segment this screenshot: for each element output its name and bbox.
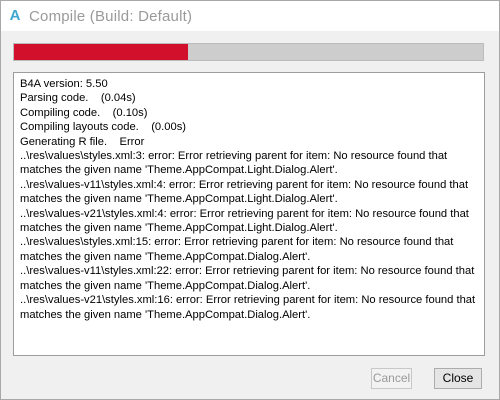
log-line: ..\res\values-v11\styles.xml:4: error: E… [20, 178, 472, 206]
log-line: ..\res\values\styles.xml:3: error: Error… [20, 150, 451, 177]
log-line: Parsing code. (0.04s) [20, 92, 136, 105]
log-line: ..\res\values-v21\styles.xml:16: error: … [20, 294, 479, 321]
cancel-button[interactable]: Cancel [371, 368, 412, 389]
log-line: Generating R file. Error [20, 135, 145, 148]
close-button[interactable]: Close [434, 368, 482, 389]
compile-dialog: A Compile (Build: Default) B4A version: … [0, 0, 500, 400]
title-bar[interactable]: A Compile (Build: Default) [1, 1, 499, 31]
b4a-app-icon: A [9, 7, 21, 24]
window-title: Compile (Build: Default) [29, 7, 193, 25]
log-line: B4A version: 5.50 [20, 78, 108, 90]
log-line: ..\res\values\styles.xml:15: error: Erro… [20, 236, 457, 263]
progress-fill [14, 44, 188, 60]
log-line: Compiling layouts code. (0.00s) [20, 121, 187, 134]
compile-log-output[interactable]: B4A version: 5.50 Parsing code. (0.04s) Co… [13, 72, 485, 356]
log-line: ..\res\values-v11\styles.xml:22: error: … [20, 265, 478, 292]
compile-progress-bar [13, 43, 484, 61]
log-line: ..\res\values-v21\styles.xml:4: error: E… [20, 207, 473, 235]
log-line: Compiling code. (0.10s) [20, 106, 148, 119]
